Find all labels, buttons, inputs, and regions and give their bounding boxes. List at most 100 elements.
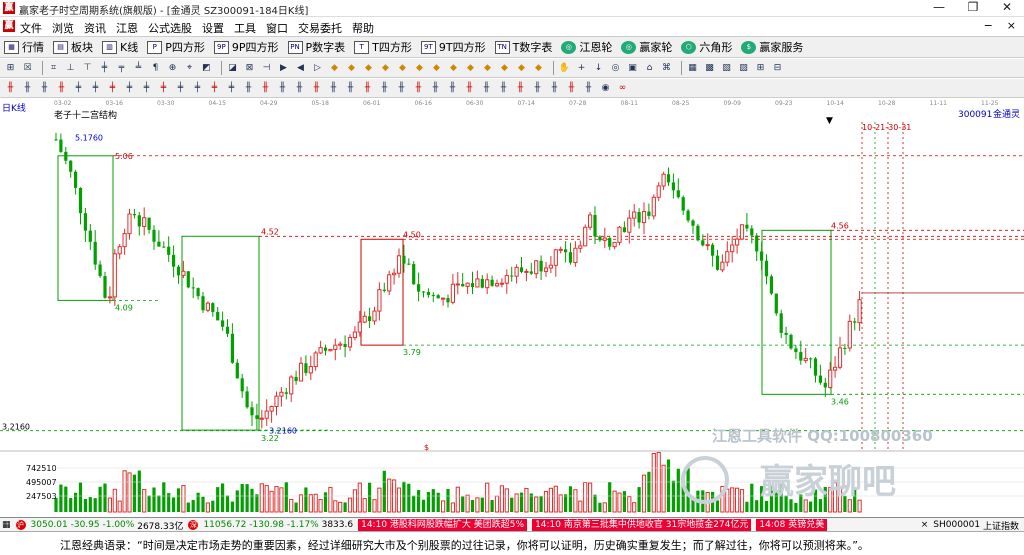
draw-tool-23-icon[interactable]: ◆ bbox=[413, 62, 426, 75]
draw-tool-12-icon[interactable]: ◪ bbox=[226, 62, 239, 75]
quotes-button[interactable]: ▦ 行情 bbox=[4, 39, 44, 55]
gann-tool-30-icon[interactable]: ╫ bbox=[514, 82, 527, 95]
gann-tool-10-icon[interactable]: ╪ bbox=[174, 82, 187, 95]
gann-tool-24-icon[interactable]: ╫ bbox=[412, 82, 425, 95]
draw-tool-22-icon[interactable]: ◆ bbox=[396, 62, 409, 75]
gann-tool-0-icon[interactable]: ╫ bbox=[4, 82, 17, 95]
draw-tool-41-icon[interactable]: ▨ bbox=[737, 62, 750, 75]
gann-tool-25-icon[interactable]: ╫ bbox=[429, 82, 442, 95]
gann-tool-18-icon[interactable]: ╫ bbox=[310, 82, 323, 95]
gann-tool-32-icon[interactable]: ╫ bbox=[548, 82, 561, 95]
draw-tool-11-icon[interactable]: ◩ bbox=[200, 62, 213, 75]
gann-tool-16-icon[interactable]: ╫ bbox=[276, 82, 289, 95]
draw-tool-16-icon[interactable]: ◀ bbox=[294, 62, 307, 75]
gann-tool-36-icon[interactable]: ∞ bbox=[616, 82, 629, 95]
gann-tool-26-icon[interactable]: ╫ bbox=[446, 82, 459, 95]
draw-tool-42-icon[interactable]: ⊞ bbox=[754, 62, 767, 75]
gann-tool-20-icon[interactable]: ╫ bbox=[344, 82, 357, 95]
news-ticker-3[interactable]: 14:08 英镑兑美 bbox=[756, 518, 828, 532]
right-index-selector[interactable]: SH000001 上证指数 bbox=[933, 519, 1019, 532]
gann-tool-9-icon[interactable]: ╪ bbox=[157, 82, 170, 95]
sectors-button[interactable]: ▤ 板块 bbox=[53, 39, 93, 55]
kline-button[interactable]: ▥ K线 bbox=[102, 39, 138, 55]
menu-settings[interactable]: 设置 bbox=[202, 20, 224, 36]
t-square-button[interactable]: T T四方形 bbox=[354, 39, 412, 55]
gann-tool-29-icon[interactable]: ╫ bbox=[497, 82, 510, 95]
draw-tool-8-icon[interactable]: ¶ bbox=[149, 62, 162, 75]
draw-tool-43-icon[interactable]: ⊟ bbox=[771, 62, 784, 75]
dropdown-arrow-icon[interactable]: ▼ bbox=[826, 116, 833, 126]
draw-tool-27-icon[interactable]: ◆ bbox=[481, 62, 494, 75]
draw-tool-29-icon[interactable]: ◆ bbox=[515, 62, 528, 75]
gann-tool-12-icon[interactable]: ╪ bbox=[208, 82, 221, 95]
gann-tool-6-icon[interactable]: ╪ bbox=[106, 82, 119, 95]
gann-tool-8-icon[interactable]: ╪ bbox=[140, 82, 153, 95]
gann-tool-21-icon[interactable]: ╫ bbox=[361, 82, 374, 95]
gann-tool-15-icon[interactable]: ╫ bbox=[259, 82, 272, 95]
chart-area[interactable]: 03-02 03-16 03-30 04-15 04-29 05-18 06-01 06-16… bbox=[0, 98, 1024, 516]
draw-tool-21-icon[interactable]: ◆ bbox=[379, 62, 392, 75]
service-button[interactable]: $ 赢家服务 bbox=[741, 39, 803, 55]
draw-tool-0-icon[interactable]: ⊞ bbox=[4, 62, 17, 75]
draw-tool-34-icon[interactable]: ◎ bbox=[609, 62, 622, 75]
gann-tool-14-icon[interactable]: ╫ bbox=[242, 82, 255, 95]
draw-tool-9-icon[interactable]: ⊕ bbox=[166, 62, 179, 75]
draw-tool-13-icon[interactable]: ⊠ bbox=[243, 62, 256, 75]
draw-tool-19-icon[interactable]: ◆ bbox=[345, 62, 358, 75]
gann-tool-23-icon[interactable]: ╫ bbox=[395, 82, 408, 95]
layout-icon[interactable]: ▦ bbox=[2, 520, 11, 530]
gann-tool-35-icon[interactable]: ◉ bbox=[599, 82, 612, 95]
gann-tool-17-icon[interactable]: ╫ bbox=[293, 82, 306, 95]
gann-tool-2-icon[interactable]: ╫ bbox=[38, 82, 51, 95]
restore-button[interactable]: ❐ bbox=[956, 0, 990, 16]
draw-tool-32-icon[interactable]: + bbox=[575, 62, 588, 75]
gann-tool-3-icon[interactable]: ╫ bbox=[55, 82, 68, 95]
draw-tool-28-icon[interactable]: ◆ bbox=[498, 62, 511, 75]
draw-tool-40-icon[interactable]: ▧ bbox=[720, 62, 733, 75]
minimize-button[interactable]: — bbox=[922, 0, 956, 16]
news-ticker-1[interactable]: 14:10 港股科网股跌幅扩大 美团跌超5% bbox=[358, 518, 528, 532]
draw-tool-31-icon[interactable]: ✋ bbox=[558, 62, 571, 75]
draw-tool-14-icon[interactable]: ⊣ bbox=[260, 62, 273, 75]
draw-tool-15-icon[interactable]: ▶ bbox=[277, 62, 290, 75]
gann-tool-7-icon[interactable]: ╪ bbox=[123, 82, 136, 95]
draw-tool-2-icon[interactable]: ⌗ bbox=[47, 62, 60, 75]
draw-tool-10-icon[interactable]: ⌖ bbox=[183, 62, 196, 75]
draw-tool-7-icon[interactable]: ╧ bbox=[132, 62, 145, 75]
gann-tool-22-icon[interactable]: ╫ bbox=[378, 82, 391, 95]
draw-tool-24-icon[interactable]: ◆ bbox=[430, 62, 443, 75]
hexagon-button[interactable]: ⬡ 六角形 bbox=[681, 39, 732, 55]
draw-tool-33-icon[interactable]: ↓ bbox=[592, 62, 605, 75]
p-square-button[interactable]: P P四方形 bbox=[147, 39, 205, 55]
gann-tool-34-icon[interactable]: ╫ bbox=[582, 82, 595, 95]
scroll-arrows-icon[interactable]: × bbox=[921, 520, 929, 530]
gann-tool-28-icon[interactable]: ╫ bbox=[480, 82, 493, 95]
draw-tool-18-icon[interactable]: ◆ bbox=[328, 62, 341, 75]
gann-tool-33-icon[interactable]: ╫ bbox=[565, 82, 578, 95]
9p-square-button[interactable]: 9P 9P四方形 bbox=[213, 39, 279, 55]
menu-tools[interactable]: 工具 bbox=[234, 20, 256, 36]
draw-tool-20-icon[interactable]: ◆ bbox=[362, 62, 375, 75]
menu-browse[interactable]: 浏览 bbox=[52, 20, 74, 36]
draw-tool-5-icon[interactable]: ╪ bbox=[98, 62, 111, 75]
gann-tool-19-icon[interactable]: ╫ bbox=[327, 82, 340, 95]
draw-tool-36-icon[interactable]: ⌂ bbox=[643, 62, 656, 75]
gann-tool-31-icon[interactable]: ╫ bbox=[531, 82, 544, 95]
menu-gann[interactable]: 江恩 bbox=[116, 20, 138, 36]
menu-info[interactable]: 资讯 bbox=[84, 20, 106, 36]
gann-wheel-button[interactable]: ◎ 江恩轮 bbox=[561, 39, 612, 55]
draw-tool-6-icon[interactable]: ╤ bbox=[115, 62, 128, 75]
draw-tool-26-icon[interactable]: ◆ bbox=[464, 62, 477, 75]
menu-trade[interactable]: 交易委托 bbox=[298, 20, 342, 36]
gann-tool-13-icon[interactable]: ╪ bbox=[225, 82, 238, 95]
gann-tool-27-icon[interactable]: ╫ bbox=[463, 82, 476, 95]
draw-tool-3-icon[interactable]: ⊥ bbox=[64, 62, 77, 75]
winner-wheel-button[interactable]: ◎ 赢家轮 bbox=[621, 39, 672, 55]
draw-tool-17-icon[interactable]: ▷ bbox=[311, 62, 324, 75]
kline-chart[interactable]: 03-02 03-16 03-30 04-15 04-29 05-18 06-01 06-16… bbox=[0, 98, 1024, 516]
menu-file[interactable]: 文件 bbox=[20, 20, 42, 36]
9t-square-button[interactable]: 9T 9T四方形 bbox=[420, 39, 486, 55]
t-table-button[interactable]: TN T数字表 bbox=[494, 39, 552, 55]
news-ticker-2[interactable]: 14:10 南京第三批集中供地收官 31宗地揽金274亿元 bbox=[532, 518, 752, 532]
mdi-close-button[interactable]: × bbox=[1007, 19, 1016, 32]
